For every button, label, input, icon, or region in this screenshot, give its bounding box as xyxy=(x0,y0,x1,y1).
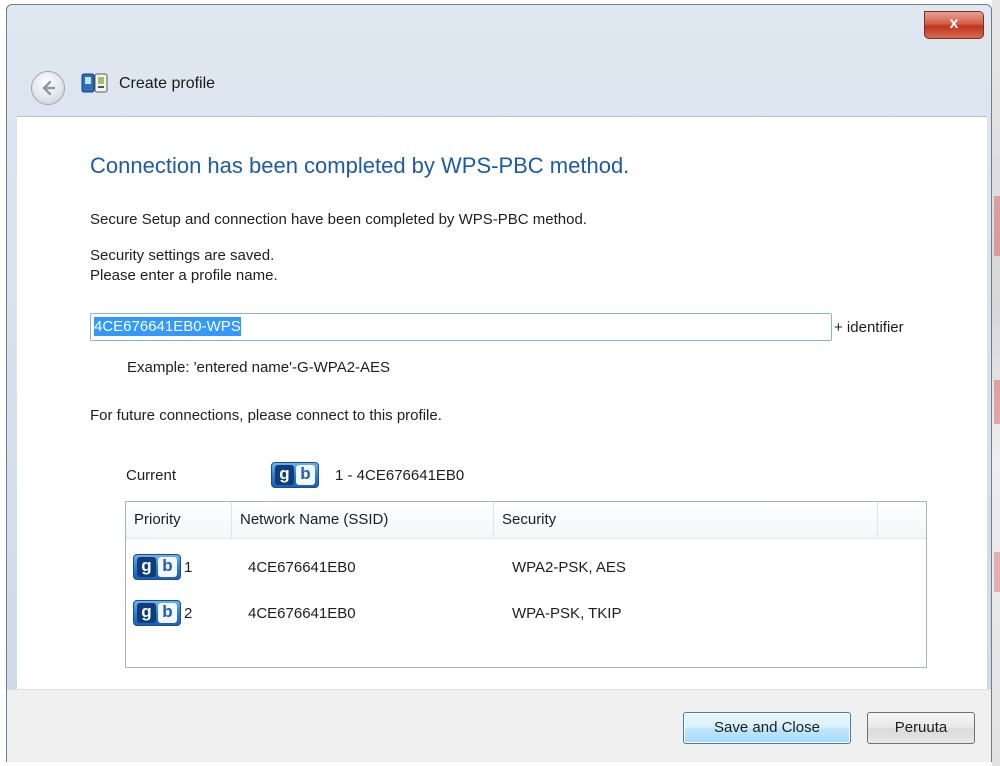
column-header-empty xyxy=(878,502,926,538)
completion-message: Secure Setup and connection have been co… xyxy=(90,211,587,228)
back-button[interactable] xyxy=(31,71,65,105)
table-row[interactable]: gb 2 4CE676641EB0 WPA-PSK, TKIP xyxy=(126,594,926,634)
security-cell: WPA-PSK, TKIP xyxy=(512,605,622,622)
page-title: Connection has been completed by WPS-PBC… xyxy=(90,153,630,178)
enter-name-prompt: Please enter a profile name. xyxy=(90,267,278,284)
future-connections-note: For future connections, please connect t… xyxy=(90,407,442,424)
title-bar: x Create profile xyxy=(7,5,991,117)
security-cell: WPA2-PSK, AES xyxy=(512,559,626,576)
window-title: Create profile xyxy=(119,75,216,92)
profile-example-text: Example: 'entered name'-G-WPA2-AES xyxy=(127,359,391,376)
close-icon: x xyxy=(949,15,959,32)
ssid-cell: 4CE676641EB0 xyxy=(248,559,356,576)
column-header-priority[interactable]: Priority xyxy=(126,502,232,538)
gb-network-icon: gb xyxy=(271,462,319,488)
column-header-ssid[interactable]: Network Name (SSID) xyxy=(232,502,494,538)
profile-suffix-label: + identifier xyxy=(834,319,904,336)
saved-message: Security settings are saved. xyxy=(90,247,275,264)
gb-network-icon: gb xyxy=(133,554,181,580)
button-bar: Save and Close Peruuta xyxy=(7,689,991,762)
content-panel: Connection has been completed by WPS-PBC… xyxy=(17,116,987,689)
back-arrow-icon xyxy=(42,80,56,96)
create-profile-window: x Create profile Connection has been com… xyxy=(6,4,992,762)
desktop-background xyxy=(992,0,1000,766)
close-button[interactable]: x xyxy=(924,11,984,39)
ssid-cell: 4CE676641EB0 xyxy=(248,605,356,622)
table-row[interactable]: gb 1 4CE676641EB0 WPA2-PSK, AES xyxy=(126,548,926,588)
wireless-network-icon xyxy=(81,73,108,93)
profile-priority-table: Priority Network Name (SSID) Security gb… xyxy=(125,501,927,668)
column-header-security[interactable]: Security xyxy=(494,502,878,538)
priority-cell: 1 xyxy=(184,559,193,576)
profile-name-selected-text: 4CE676641EB0-WPS xyxy=(94,317,241,336)
save-and-close-button[interactable]: Save and Close xyxy=(683,712,851,744)
profile-name-field[interactable]: 4CE676641EB0-WPS xyxy=(90,313,832,341)
current-label: Current xyxy=(126,467,177,484)
table-header: Priority Network Name (SSID) Security xyxy=(126,502,926,539)
gb-network-icon: gb xyxy=(133,600,181,626)
current-profile-value: 1 - 4CE676641EB0 xyxy=(335,467,465,484)
cancel-button[interactable]: Peruuta xyxy=(867,712,975,744)
priority-cell: 2 xyxy=(184,605,193,622)
